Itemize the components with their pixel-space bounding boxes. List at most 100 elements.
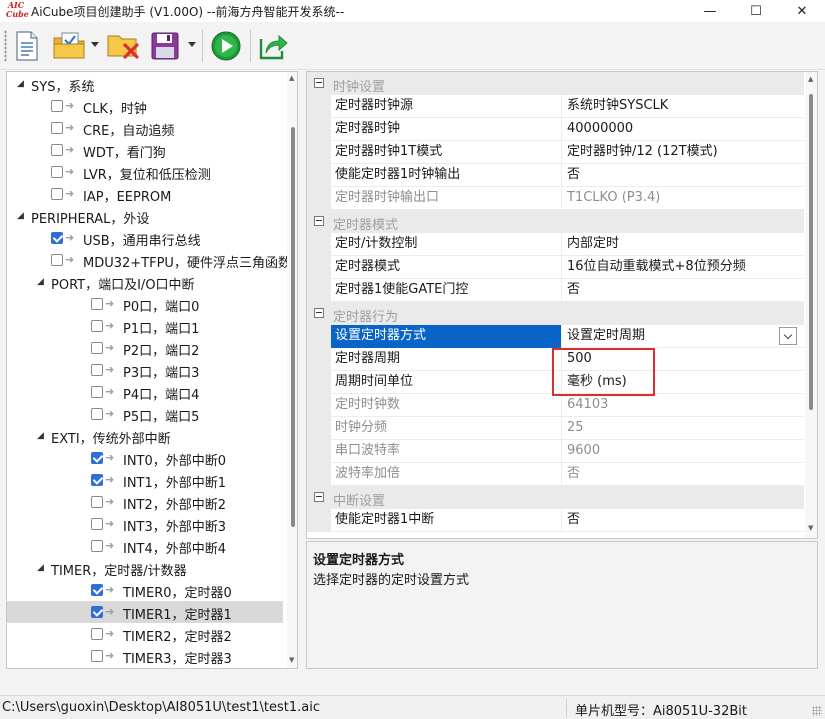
expand-arrow-icon[interactable]: ◢ xyxy=(37,277,47,287)
scroll-down-icon[interactable]: ▼ xyxy=(808,524,813,532)
module-checkbox[interactable] xyxy=(91,342,103,354)
module-checkbox[interactable] xyxy=(91,584,103,596)
module-checkbox[interactable] xyxy=(51,232,63,244)
property-row[interactable]: 使能定时器1中断否 xyxy=(307,509,804,532)
module-checkbox[interactable] xyxy=(91,540,103,552)
tree-node[interactable]: ➜ INT4，外部中断4 xyxy=(7,535,283,557)
module-checkbox[interactable] xyxy=(91,408,103,420)
module-checkbox[interactable] xyxy=(51,122,63,134)
property-row[interactable]: 时钟分频 25 xyxy=(307,417,804,440)
property-name[interactable]: 波特率加倍 xyxy=(331,463,562,486)
module-checkbox[interactable] xyxy=(91,650,103,662)
property-scrollbar[interactable]: ▲ ▼ xyxy=(805,72,817,538)
tree-node[interactable]: ➜ WDT，看门狗 xyxy=(7,139,283,161)
open-project-button[interactable] xyxy=(52,28,88,64)
maximize-button[interactable]: ☐ xyxy=(733,0,779,22)
tree-node[interactable]: ➜ CRE，自动追频 xyxy=(7,117,283,139)
tree-node[interactable]: ➜ P4口，端口4 xyxy=(7,381,283,403)
property-value[interactable]: 否 xyxy=(563,509,803,532)
tree-node[interactable]: ➜ TIMER3，定时器3 xyxy=(7,645,283,667)
expand-arrow-icon[interactable]: ◢ xyxy=(37,431,47,441)
property-name[interactable]: 定时器周期 xyxy=(331,348,562,371)
property-value[interactable]: 定时器时钟/12 (12T模式) xyxy=(563,141,803,164)
property-value[interactable]: 40000000 xyxy=(563,118,803,141)
resize-grip[interactable] xyxy=(812,706,822,716)
property-name[interactable]: 定时器模式 xyxy=(331,256,562,279)
module-checkbox[interactable] xyxy=(91,452,103,464)
property-value[interactable]: 内部定时 xyxy=(563,233,803,256)
tree-node[interactable]: ➜ P3口，端口3 xyxy=(7,359,283,381)
minimize-button[interactable]: — xyxy=(687,0,733,22)
property-name[interactable]: 定时器时钟 xyxy=(331,118,562,141)
export-button[interactable] xyxy=(256,28,290,64)
property-category[interactable]: 定时器行为 xyxy=(307,302,804,325)
module-checkbox[interactable] xyxy=(51,100,63,112)
collapse-toggle-icon[interactable] xyxy=(314,216,324,226)
tree-node[interactable]: ➜ P5口，端口5 xyxy=(7,403,283,425)
property-row[interactable]: 定时器时钟源 系统时钟SYSCLK xyxy=(307,95,804,118)
save-project-button[interactable] xyxy=(147,28,183,64)
property-name[interactable]: 定时器时钟源 xyxy=(331,95,562,118)
property-name[interactable]: 使能定时器1时钟输出 xyxy=(331,164,562,187)
module-checkbox[interactable] xyxy=(91,386,103,398)
tree-node[interactable]: ◢ TIMER，定时器/计数器 xyxy=(7,557,283,579)
property-row[interactable]: 定时器时钟 40000000 xyxy=(307,118,804,141)
tree-scrollbar-thumb[interactable] xyxy=(291,127,295,527)
tree-scrollbar[interactable]: ▲ ▼ xyxy=(287,72,297,668)
property-scrollbar-thumb[interactable] xyxy=(809,94,813,410)
property-name[interactable]: 定时时钟数 xyxy=(331,394,562,417)
tree-node[interactable]: ➜ IAP，EEPROM xyxy=(7,183,283,205)
module-checkbox[interactable] xyxy=(91,518,103,530)
module-checkbox[interactable] xyxy=(91,320,103,332)
property-row[interactable]: 定时器1使能GATE门控否 xyxy=(307,279,804,302)
tree-node[interactable]: ➜ CLK，时钟 xyxy=(7,95,283,117)
property-value[interactable]: 毫秒 (ms) xyxy=(563,371,803,394)
scroll-down-icon[interactable]: ▼ xyxy=(289,656,294,664)
property-name[interactable]: 定时器1使能GATE门控 xyxy=(331,279,562,302)
property-row[interactable]: 周期时间单位 毫秒 (ms) xyxy=(307,371,804,394)
run-button[interactable] xyxy=(208,28,244,64)
tree-node[interactable]: ➜ INT2，外部中断2 xyxy=(7,491,283,513)
module-checkbox[interactable] xyxy=(51,254,63,266)
property-row[interactable]: 定时器时钟输出口 T1CLKO (P3.4) xyxy=(307,187,804,210)
scroll-up-icon[interactable]: ▲ xyxy=(808,75,813,83)
collapse-toggle-icon[interactable] xyxy=(314,492,324,502)
property-value[interactable]: 否 xyxy=(563,279,803,302)
chevron-down-icon[interactable] xyxy=(779,327,797,345)
tree-node[interactable]: ➜ USB，通用串行总线 xyxy=(7,227,283,249)
collapse-toggle-icon[interactable] xyxy=(314,78,324,88)
module-checkbox[interactable] xyxy=(91,298,103,310)
module-checkbox[interactable] xyxy=(91,364,103,376)
module-checkbox[interactable] xyxy=(51,166,63,178)
property-category[interactable]: 中断设置 xyxy=(307,486,804,509)
module-checkbox[interactable] xyxy=(91,628,103,640)
close-button[interactable]: ✕ xyxy=(779,0,825,22)
tree-node[interactable]: ➜ P1口，端口1 xyxy=(7,315,283,337)
tree-node[interactable]: ➜ TIMER1，定时器1 xyxy=(7,601,283,623)
tree-node[interactable]: ➜ LVR，复位和低压检测 xyxy=(7,161,283,183)
property-value[interactable]: 500 xyxy=(563,348,803,371)
save-dropdown-arrow[interactable] xyxy=(188,42,196,47)
property-row[interactable]: 设置定时器方式 设置定时周期 xyxy=(307,325,804,348)
tree-node[interactable]: ➜ TIMER2，定时器2 xyxy=(7,623,283,645)
module-checkbox[interactable] xyxy=(51,144,63,156)
tree-node[interactable]: ➜ INT3，外部中断3 xyxy=(7,513,283,535)
property-value[interactable]: 16位自动重载模式+8位预分频 xyxy=(563,256,803,279)
tree-node[interactable]: ◢ PERIPHERAL，外设 xyxy=(7,205,283,227)
module-checkbox[interactable] xyxy=(91,606,103,618)
property-row[interactable]: 串口波特率 9600 xyxy=(307,440,804,463)
tree-node[interactable]: ➜ MDU32+TFPU，硬件浮点三角函数 xyxy=(7,249,291,271)
property-name[interactable]: 串口波特率 xyxy=(331,440,562,463)
tree-node[interactable]: ➜ INT1，外部中断1 xyxy=(7,469,283,491)
tree-node[interactable]: ➜ INT0，外部中断0 xyxy=(7,447,283,469)
property-name[interactable]: 定时/计数控制 xyxy=(331,233,562,256)
property-row[interactable]: 定时/计数控制 内部定时 xyxy=(307,233,804,256)
tree-node[interactable]: ◢ EXTI，传统外部中断 xyxy=(7,425,283,447)
property-name[interactable]: 使能定时器1中断 xyxy=(331,509,562,532)
expand-arrow-icon[interactable]: ◢ xyxy=(37,563,47,573)
open-dropdown-arrow[interactable] xyxy=(91,42,99,47)
new-project-button[interactable] xyxy=(10,28,44,64)
close-project-button[interactable] xyxy=(106,28,142,64)
panel-splitter[interactable] xyxy=(298,71,306,669)
property-row[interactable]: 定时器时钟1T模式 定时器时钟/12 (12T模式) xyxy=(307,141,804,164)
